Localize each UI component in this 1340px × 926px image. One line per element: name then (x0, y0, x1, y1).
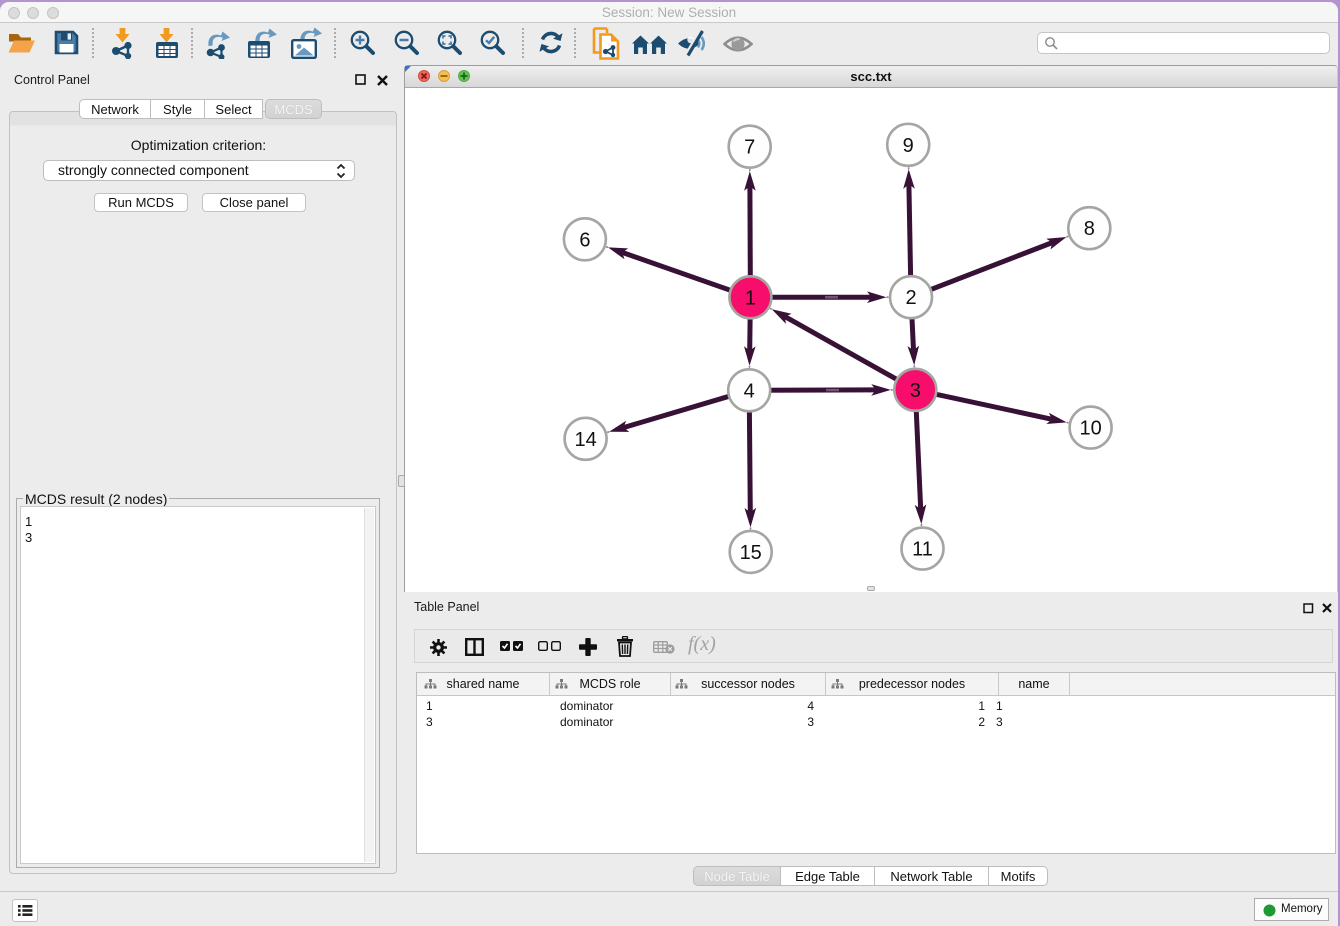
svg-text:6: 6 (579, 229, 590, 251)
svg-text:10: 10 (1079, 418, 1101, 440)
svg-text:1: 1 (745, 287, 756, 309)
svg-text:4: 4 (744, 380, 755, 402)
svg-text:14: 14 (574, 429, 596, 451)
svg-text:11: 11 (912, 539, 933, 561)
svg-text:2: 2 (905, 287, 916, 309)
svg-text:15: 15 (740, 542, 762, 564)
svg-text:7: 7 (744, 137, 755, 159)
svg-text:8: 8 (1084, 218, 1095, 240)
svg-text:9: 9 (903, 135, 914, 157)
svg-text:3: 3 (910, 380, 921, 402)
